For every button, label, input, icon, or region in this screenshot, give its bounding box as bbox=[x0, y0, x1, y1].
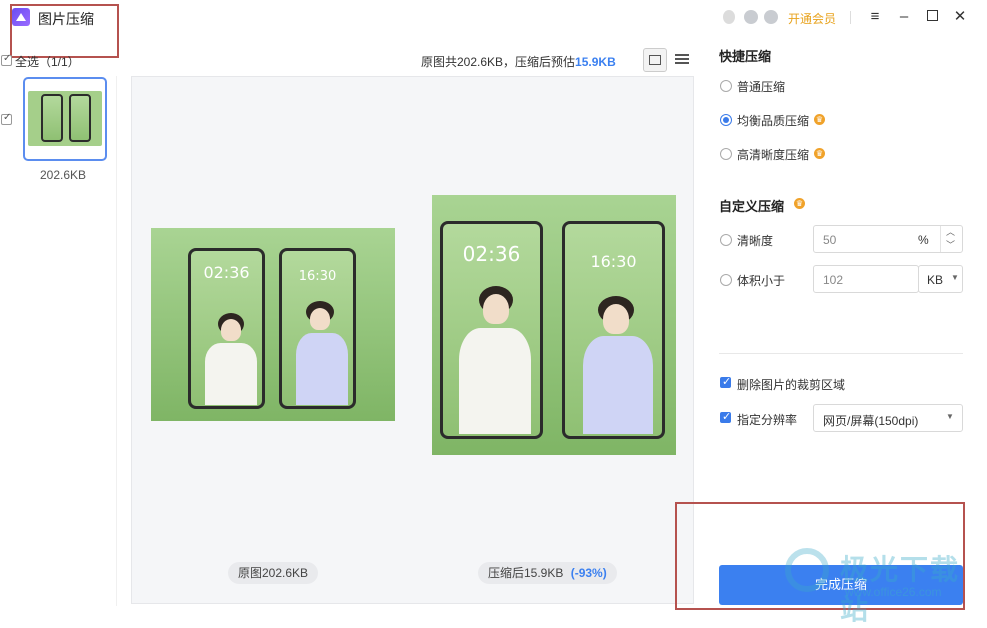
avatar[interactable] bbox=[723, 10, 735, 24]
titlebar-divider bbox=[850, 11, 851, 24]
stepper-down-icon[interactable]: ﹀ bbox=[946, 238, 955, 251]
remove-crop-label[interactable]: 删除图片的裁剪区域 bbox=[737, 376, 845, 393]
item-checkbox[interactable] bbox=[1, 112, 12, 125]
resolution-value: 网页/屏幕(150dpi) bbox=[823, 414, 919, 428]
vip-crown-icon: ♛ bbox=[814, 114, 825, 125]
size-limit-label: 体积小于 bbox=[737, 274, 786, 288]
option-balanced-label[interactable]: 均衡品质压缩 bbox=[737, 112, 809, 129]
original-image[interactable]: 02:36 16:30 bbox=[151, 228, 395, 421]
menu-icon[interactable]: ≡ bbox=[864, 6, 886, 28]
radio-normal[interactable] bbox=[720, 80, 732, 92]
minimize-icon[interactable]: – bbox=[893, 6, 915, 28]
resolution-select[interactable]: 网页/屏幕(150dpi) ▼ bbox=[813, 404, 963, 432]
clarity-label: 清晰度 bbox=[737, 234, 774, 248]
section-divider bbox=[719, 353, 963, 354]
watermark-url: www.office26.com bbox=[845, 585, 942, 599]
clarity-value: 50 bbox=[823, 233, 837, 247]
left-phone: 02:36 bbox=[188, 248, 265, 409]
quick-compress-title: 快捷压缩 bbox=[719, 49, 772, 64]
clarity-unit: % bbox=[918, 233, 929, 247]
resolution-checkbox[interactable] bbox=[720, 410, 731, 423]
size-summary: 原图共202.6KB，压缩后预估15.9KB bbox=[421, 53, 616, 70]
size-unit-select[interactable]: KB ▼ bbox=[918, 265, 963, 293]
radio-balanced[interactable] bbox=[720, 114, 732, 126]
size-limit-value: 102 bbox=[823, 273, 844, 287]
thumbnail-size: 202.6KB bbox=[40, 168, 87, 182]
annotation-box-title bbox=[10, 4, 119, 58]
stepper-divider bbox=[940, 226, 941, 252]
close-icon[interactable]: ✕ bbox=[949, 6, 971, 28]
left-phone-compressed: 02:36 bbox=[440, 221, 543, 439]
open-membership-link[interactable]: 开通会员 bbox=[788, 10, 836, 27]
watermark-logo-icon bbox=[785, 548, 829, 592]
radio-clarity[interactable] bbox=[720, 234, 732, 246]
stepper-up-icon[interactable]: ︿ bbox=[946, 225, 955, 238]
summary-prefix: 原图共202.6KB，压缩后预估 bbox=[421, 55, 576, 69]
select-all-label: 全选（1/1） bbox=[15, 55, 80, 69]
compressed-size-label: 压缩后15.9KB (-93%) bbox=[478, 562, 617, 584]
select-all-checkbox[interactable] bbox=[1, 53, 12, 66]
chevron-down-icon: ▼ bbox=[951, 273, 959, 282]
chevron-down-icon: ▼ bbox=[946, 412, 954, 421]
compressed-size-text: 压缩后15.9KB bbox=[488, 566, 564, 580]
left-panel-divider bbox=[116, 76, 117, 606]
original-size-label: 原图202.6KB bbox=[228, 562, 319, 584]
vip-crown-icon: ♛ bbox=[814, 148, 825, 159]
shield-icon[interactable] bbox=[744, 10, 758, 24]
custom-compress-title: 自定义压缩 bbox=[719, 199, 785, 214]
size-unit-value: KB bbox=[927, 273, 944, 287]
thumbnail-item[interactable] bbox=[23, 77, 107, 161]
list-view-icon[interactable] bbox=[675, 52, 689, 66]
compressed-ratio: (-93%) bbox=[570, 566, 607, 580]
maximize-icon[interactable] bbox=[921, 6, 943, 28]
right-phone: 16:30 bbox=[279, 248, 356, 409]
resolution-label[interactable]: 指定分辨率 bbox=[737, 411, 797, 428]
thumbnail-image bbox=[28, 91, 102, 146]
vip-crown-icon: ♛ bbox=[794, 198, 805, 209]
remove-crop-checkbox[interactable] bbox=[720, 375, 731, 388]
summary-estimate: 15.9KB bbox=[575, 55, 616, 69]
clarity-input[interactable]: 50 % ︿ ﹀ bbox=[813, 225, 963, 253]
compressed-image[interactable]: 02:36 16:30 bbox=[432, 195, 676, 455]
image-view-icon[interactable] bbox=[643, 48, 667, 72]
radio-size-limit[interactable] bbox=[720, 274, 732, 286]
size-limit-input[interactable]: 102 bbox=[813, 265, 919, 293]
badge-icon[interactable] bbox=[764, 10, 778, 24]
option-normal-label[interactable]: 普通压缩 bbox=[737, 78, 785, 95]
option-hd-label[interactable]: 高清晰度压缩 bbox=[737, 146, 809, 163]
right-phone-compressed: 16:30 bbox=[562, 221, 665, 439]
radio-hd[interactable] bbox=[720, 148, 732, 160]
